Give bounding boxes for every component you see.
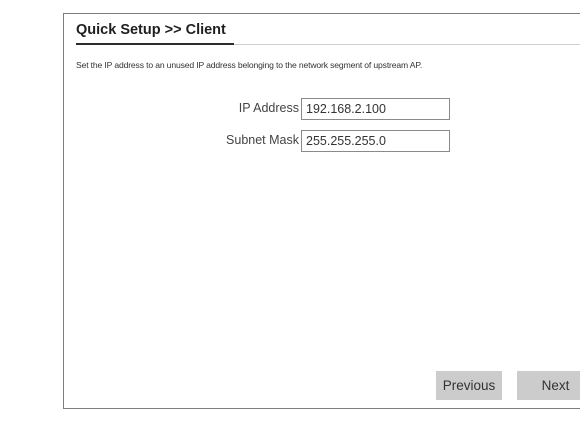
ip-address-row: IP Address: [64, 98, 464, 120]
ip-address-label: IP Address: [238, 101, 299, 115]
next-button[interactable]: Next: [517, 371, 580, 400]
subnet-mask-input[interactable]: [301, 130, 450, 152]
title-underline: [76, 43, 234, 45]
subnet-mask-label: Subnet Mask: [226, 133, 299, 147]
ip-address-input[interactable]: [301, 98, 450, 120]
quick-setup-panel: Quick Setup >> Client Set the IP address…: [63, 13, 580, 409]
previous-button[interactable]: Previous: [436, 371, 502, 400]
page-title: Quick Setup >> Client: [76, 22, 226, 38]
subnet-mask-row: Subnet Mask: [64, 130, 464, 152]
setup-description: Set the IP address to an unused IP addre…: [76, 60, 423, 70]
